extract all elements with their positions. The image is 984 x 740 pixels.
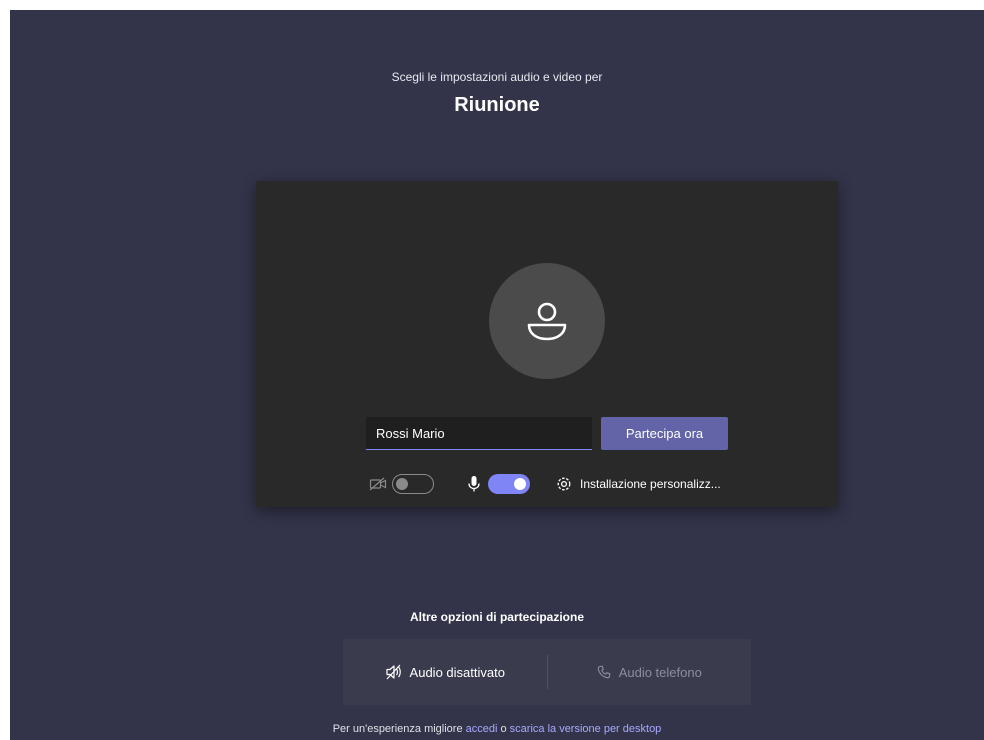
meeting-title: Riunione — [454, 94, 540, 116]
gear-icon[interactable] — [554, 474, 574, 494]
phone-icon — [597, 665, 611, 679]
microphone-icon[interactable] — [464, 474, 484, 494]
name-input[interactable] — [366, 417, 592, 450]
audio-options: Audio disattivato Audio telefono — [343, 639, 751, 705]
phone-audio-label: Audio telefono — [618, 664, 702, 680]
footer-prefix: Per un'esperienza migliore — [332, 723, 466, 735]
device-controls: Installazione personalizz... — [368, 472, 721, 496]
camera-off-icon[interactable] — [368, 474, 388, 494]
prejoin-subtitle: Scegli le impostazioni audio e video per — [391, 70, 603, 84]
join-now-button[interactable]: Partecipa ora — [601, 417, 728, 450]
custom-setup-label[interactable]: Installazione personalizz... — [580, 477, 721, 491]
phone-audio-option[interactable]: Audio telefono — [548, 665, 752, 680]
teams-prejoin-screen: Scegli le impostazioni audio e video per… — [10, 10, 984, 740]
camera-toggle-knob — [396, 478, 408, 490]
video-preview-card: Partecipa ora — [256, 181, 838, 507]
microphone-toggle-knob — [514, 478, 526, 490]
avatar — [489, 263, 605, 379]
audio-off-label: Audio disattivato — [409, 664, 505, 680]
camera-toggle[interactable] — [392, 474, 434, 494]
speaker-off-icon — [385, 664, 401, 680]
signin-link[interactable]: accedi — [466, 723, 498, 735]
person-icon — [527, 302, 567, 341]
audio-off-option[interactable]: Audio disattivato — [343, 664, 547, 680]
download-desktop-link[interactable]: scarica la versione per desktop — [510, 723, 662, 735]
footer-text: Per un'esperienza migliore accedi o scar… — [10, 723, 984, 735]
footer-middle: o — [497, 723, 510, 735]
other-options-title: Altre opzioni di partecipazione — [409, 610, 585, 624]
microphone-toggle[interactable] — [488, 474, 530, 494]
